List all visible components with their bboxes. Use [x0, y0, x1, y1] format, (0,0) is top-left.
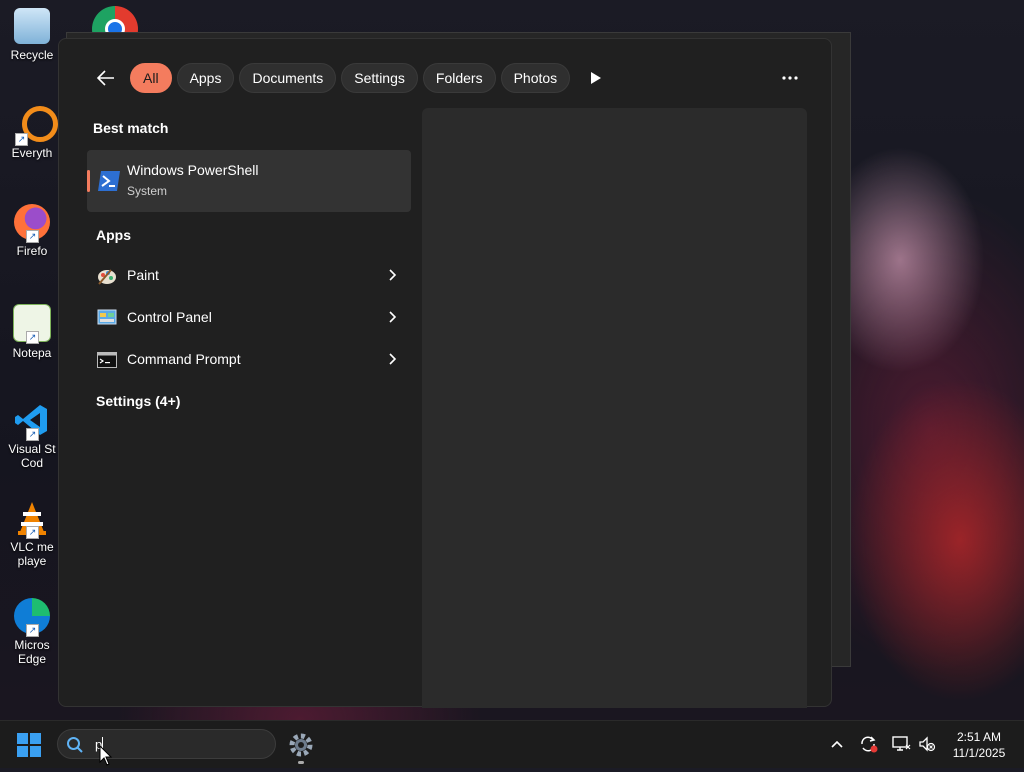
- more-filters-button[interactable]: [581, 63, 611, 93]
- desktop-icon-notepad[interactable]: ↗ Notepa: [0, 304, 64, 360]
- apps-heading: Apps: [96, 227, 131, 243]
- network-button[interactable]: [890, 733, 912, 755]
- chevron-right-icon[interactable]: [385, 268, 399, 282]
- taskbar: p 2:51 AM 11/1/2025: [0, 720, 1024, 768]
- desktop-icon-label: Everyth: [11, 146, 53, 160]
- app-name: Command Prompt: [127, 351, 241, 367]
- desktop-icon-label: Recycle: [10, 48, 54, 62]
- preview-pane: [422, 108, 807, 708]
- desktop-icon-label: Notepa: [12, 346, 52, 360]
- filter-apps[interactable]: Apps: [176, 63, 235, 93]
- app-name: Control Panel: [127, 309, 212, 325]
- start-button[interactable]: [16, 732, 42, 758]
- command-prompt-icon: [97, 351, 117, 369]
- filter-all[interactable]: All: [130, 63, 172, 93]
- filter-photos[interactable]: Photos: [500, 63, 571, 93]
- desktop-icon-firefox[interactable]: ↗ Firefo: [0, 204, 64, 258]
- settings-heading[interactable]: Settings (4+): [96, 393, 180, 409]
- filter-folders[interactable]: Folders: [422, 63, 496, 93]
- windows-logo-icon: [17, 733, 41, 757]
- selection-indicator: [87, 170, 90, 192]
- system-clock[interactable]: 2:51 AM 11/1/2025: [944, 729, 1014, 761]
- volume-muted-icon: [919, 736, 936, 752]
- app-result-paint[interactable]: Paint: [89, 256, 411, 296]
- settings-app-button[interactable]: [287, 731, 315, 764]
- mouse-pointer-icon: [99, 744, 113, 767]
- filter-documents[interactable]: Documents: [239, 63, 337, 93]
- gear-icon: [289, 733, 313, 757]
- desktop-icon-label: Visual St Cod: [8, 442, 56, 470]
- chevron-right-icon[interactable]: [385, 310, 399, 324]
- desktop-icon-vscode[interactable]: ↗ Visual St Cod: [0, 402, 64, 470]
- best-match-heading: Best match: [93, 120, 169, 136]
- desktop-icon-everything[interactable]: ↗ Everyth: [0, 106, 64, 160]
- vscode-icon: ↗: [14, 402, 50, 441]
- search-panel: All Apps Documents Settings Folders Phot…: [58, 38, 832, 708]
- filter-settings[interactable]: Settings: [341, 63, 418, 93]
- clock-time: 2:51 AM: [956, 730, 1002, 744]
- arrow-left-icon: [96, 70, 114, 86]
- best-match-title: Windows PowerShell: [127, 162, 259, 178]
- chevron-right-icon[interactable]: [385, 352, 399, 366]
- desktop-icon-vlc[interactable]: ↗ VLC me playe: [0, 500, 64, 568]
- desktop-icon-label: VLC me playe: [10, 540, 54, 568]
- vlc-icon: ↗: [14, 500, 50, 539]
- search-icon: [67, 737, 83, 753]
- desktop-icon-edge[interactable]: ↗ Micros Edge: [0, 598, 64, 666]
- everything-search-icon: ↗: [15, 106, 58, 146]
- more-options-button[interactable]: [775, 64, 805, 92]
- running-indicator: [298, 761, 304, 764]
- powershell-icon: [97, 170, 121, 192]
- show-hidden-icons-button[interactable]: [826, 733, 848, 755]
- chevron-up-icon: [831, 740, 843, 748]
- best-match-subtitle: System: [127, 184, 168, 198]
- filter-bar: All Apps Documents Settings Folders Phot…: [89, 62, 611, 94]
- best-match-result[interactable]: Windows PowerShell System: [87, 150, 411, 212]
- play-icon: [591, 72, 602, 84]
- notepad-plus-icon: ↗: [13, 304, 51, 344]
- edge-icon: ↗: [14, 598, 50, 637]
- desktop-icon-label: Firefo: [16, 244, 48, 258]
- taskbar-search-input[interactable]: p: [57, 729, 276, 759]
- control-panel-icon: [97, 309, 117, 327]
- app-name: Paint: [127, 267, 159, 283]
- ellipsis-icon: [782, 76, 798, 80]
- recycle-bin-icon: [14, 8, 50, 44]
- sync-error-icon: [861, 736, 878, 753]
- sync-status-button[interactable]: [858, 733, 880, 755]
- app-result-command-prompt[interactable]: Command Prompt: [89, 340, 411, 380]
- desktop-icon-label: Micros Edge: [14, 638, 50, 666]
- paint-icon: [97, 267, 117, 285]
- app-result-control-panel[interactable]: Control Panel: [89, 298, 411, 338]
- back-button[interactable]: [89, 62, 123, 94]
- clock-date: 11/1/2025: [952, 746, 1006, 760]
- network-icon: [892, 736, 911, 751]
- desktop-icon-recycle-bin[interactable]: Recycle: [0, 8, 64, 62]
- volume-button[interactable]: [916, 733, 938, 755]
- firefox-icon: ↗: [14, 204, 50, 243]
